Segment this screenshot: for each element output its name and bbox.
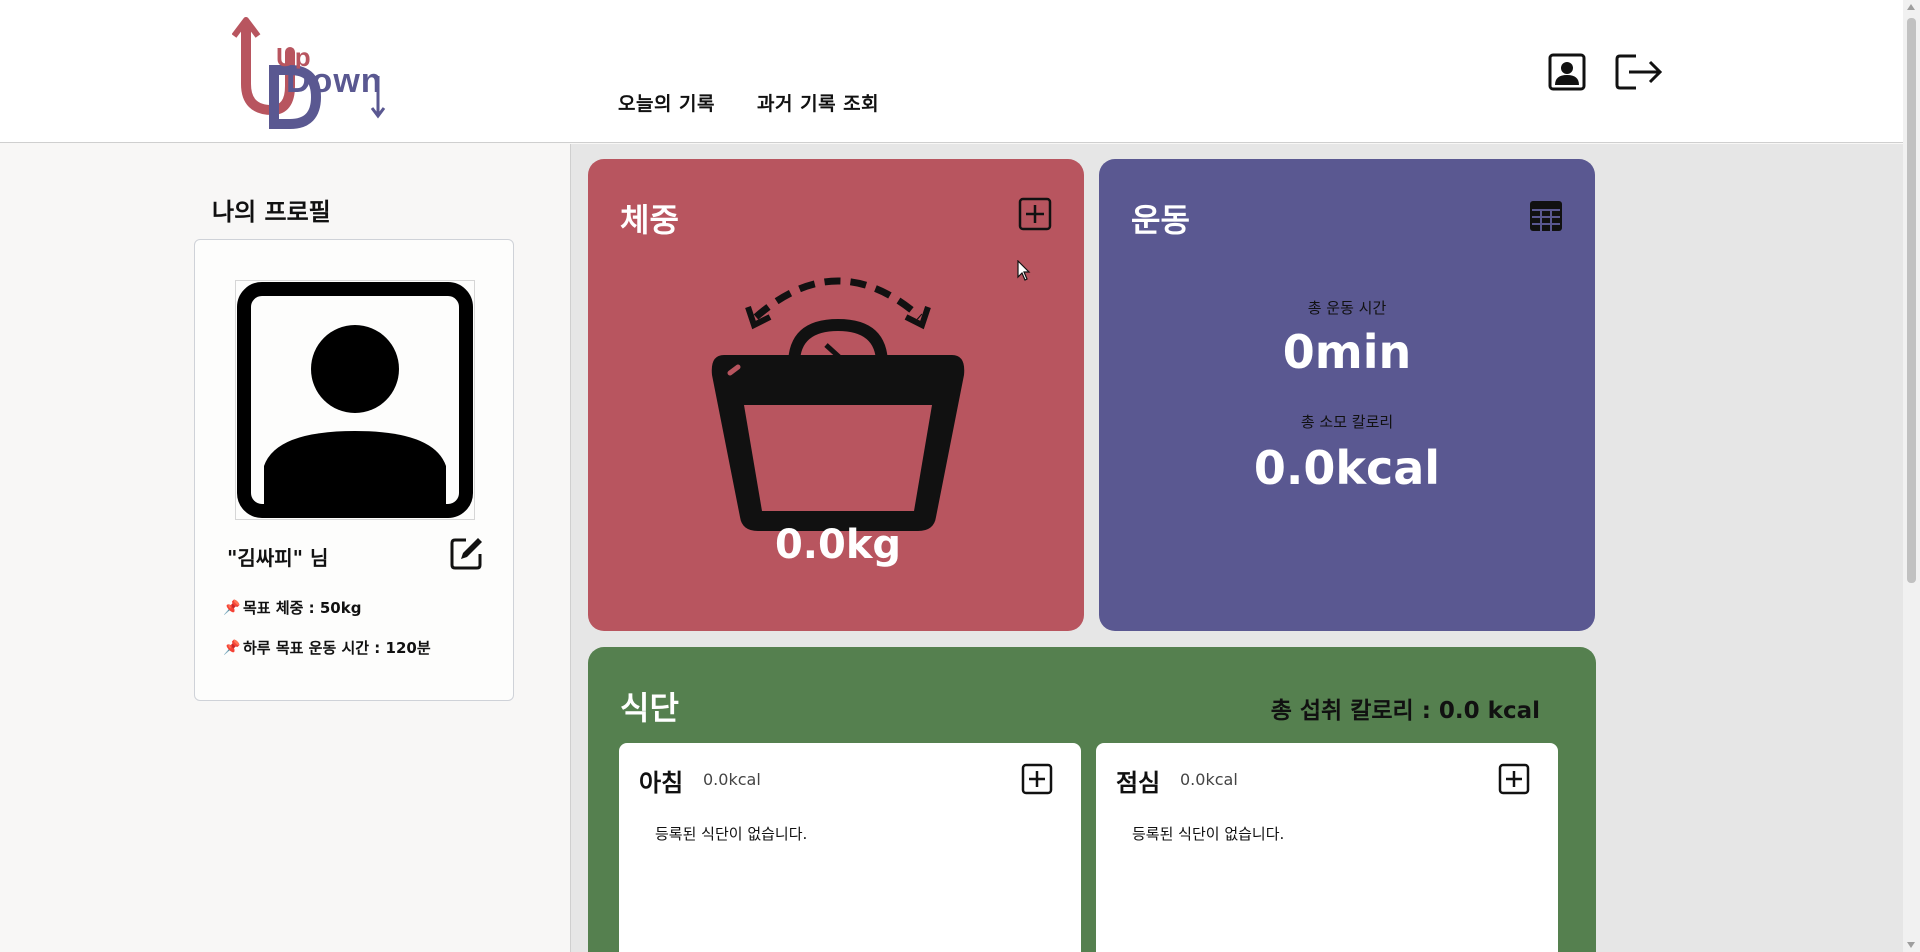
add-breakfast-button[interactable] bbox=[1021, 763, 1053, 795]
header: Up Down 오늘의 기록 과거 기록 조회 bbox=[0, 0, 1903, 143]
edit-profile-icon[interactable] bbox=[450, 536, 484, 570]
profile-title: 나의 프로필 bbox=[212, 198, 331, 226]
table-icon[interactable] bbox=[1528, 199, 1564, 233]
meal-card-lunch: 점심 0.0kcal 등록된 식단이 없습니다. bbox=[1096, 743, 1558, 952]
diet-title: 식단 bbox=[620, 689, 679, 727]
page-scrollbar[interactable] bbox=[1903, 0, 1920, 952]
weight-card: 체중 0.0kg bbox=[588, 159, 1084, 631]
exercise-title: 운동 bbox=[1131, 201, 1190, 239]
goal-weight-text: 목표 체중 : 50kg bbox=[243, 599, 362, 617]
pin-icon: 📌 bbox=[223, 599, 241, 616]
meal-card-breakfast: 아침 0.0kcal 등록된 식단이 없습니다. bbox=[619, 743, 1081, 952]
diet-card: 식단 총 섭취 칼로리 : 0.0 kcal 아침 0.0kcal 등록된 식단… bbox=[588, 647, 1596, 952]
weight-value: 0.0kg bbox=[774, 522, 902, 568]
nav-past-records[interactable]: 과거 기록 조회 bbox=[757, 89, 879, 116]
profile-icon[interactable] bbox=[1547, 52, 1587, 92]
updown-logo[interactable]: Up Down bbox=[231, 14, 392, 132]
exercise-card: 운동 총 운동 시간 0min 총 소모 칼로리 0.0kcal bbox=[1099, 159, 1595, 631]
total-intake-calorie: 총 섭취 칼로리 : 0.0 kcal bbox=[1270, 698, 1540, 724]
meal-kcal: 0.0kcal bbox=[703, 770, 761, 789]
logo-text-down: Down bbox=[286, 62, 383, 100]
meal-empty-message: 등록된 식단이 없습니다. bbox=[655, 825, 808, 843]
goal-exercise-time: 📌 하루 목표 운동 시간 : 120분 bbox=[223, 637, 431, 658]
main-nav: 오늘의 기록 과거 기록 조회 bbox=[618, 89, 879, 116]
scale-icon: 0.0kg bbox=[708, 255, 968, 568]
calorie-burned-value: 0.0kcal bbox=[1253, 441, 1441, 495]
exercise-time-value: 0min bbox=[1282, 325, 1412, 379]
mouse-cursor-icon bbox=[1017, 259, 1031, 282]
add-weight-button[interactable] bbox=[1018, 197, 1052, 231]
goal-weight: 📌 목표 체중 : 50kg bbox=[223, 597, 361, 618]
scroll-down-icon[interactable] bbox=[1907, 942, 1915, 948]
nav-today-record[interactable]: 오늘의 기록 bbox=[618, 89, 715, 116]
user-name: "김싸피" 님 bbox=[227, 546, 329, 570]
add-lunch-button[interactable] bbox=[1498, 763, 1530, 795]
exercise-time-label: 총 운동 시간 bbox=[1307, 299, 1387, 317]
scrollbar-thumb[interactable] bbox=[1907, 18, 1916, 583]
meal-kcal: 0.0kcal bbox=[1180, 770, 1238, 789]
meal-name: 아침 bbox=[639, 769, 684, 797]
meal-name: 점심 bbox=[1116, 769, 1161, 797]
calorie-burned-label: 총 소모 칼로리 bbox=[1300, 413, 1394, 431]
avatar bbox=[235, 280, 475, 520]
logout-icon[interactable] bbox=[1614, 52, 1664, 92]
profile-card: "김싸피" 님 📌 목표 체중 : 50kg 📌 하루 목표 운동 시간 : 1… bbox=[194, 239, 514, 701]
meal-empty-message: 등록된 식단이 없습니다. bbox=[1132, 825, 1285, 843]
pin-icon: 📌 bbox=[223, 639, 241, 656]
scroll-up-icon[interactable] bbox=[1907, 4, 1915, 10]
weight-title: 체중 bbox=[620, 201, 679, 239]
goal-exercise-text: 하루 목표 운동 시간 : 120분 bbox=[243, 639, 431, 657]
